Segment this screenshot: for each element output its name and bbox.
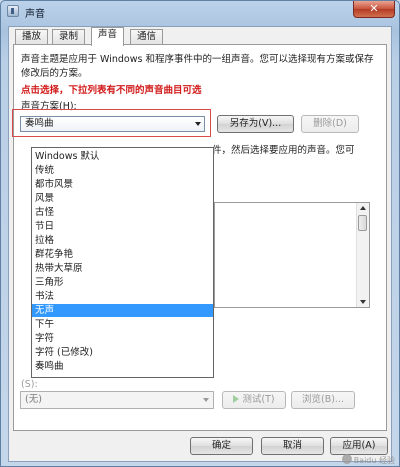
apply-button[interactable]: 应用(A)	[330, 437, 388, 455]
events-scrollbar[interactable]	[356, 203, 369, 307]
tab-sounds[interactable]: 声音	[91, 27, 125, 46]
scheme-select[interactable]: 奏鸣曲	[20, 116, 205, 132]
dropdown-option[interactable]: 热带大草原	[32, 262, 213, 275]
scroll-up-icon[interactable]	[360, 206, 366, 210]
sound-select-value: (无)	[25, 394, 42, 405]
title-bar[interactable]: 声音 ✕	[1, 1, 399, 21]
scheme-description: 声音主题是应用于 Windows 和程序事件中的一组声音。您可以选择现有方案或保…	[21, 54, 374, 79]
test-button-label: 测试(T)	[242, 394, 275, 405]
scroll-thumb[interactable]	[358, 215, 367, 231]
dropdown-option[interactable]: 节日	[32, 220, 213, 233]
save-as-button[interactable]: 另存为(V)...	[217, 115, 294, 133]
annotation-text: 点击选择，下拉列表有不同的声音曲目可选	[21, 85, 202, 96]
test-button: 测试(T)	[222, 391, 286, 409]
tab-communications[interactable]: 通信	[130, 29, 164, 45]
program-events-text: 件，然后选择要应用的声音。您可	[212, 145, 355, 156]
sound-dialog: 声音 ✕ 播放 录制 声音 通信 声音主题是应用于 Windows 和程序事件中…	[0, 0, 400, 467]
scheme-dropdown-list[interactable]: Windows 默认 传统 都市风景 风景 古怪 节日 拉格 群花争艳 热带大草…	[31, 147, 214, 378]
watermark: Baidu 经验	[341, 454, 395, 466]
dropdown-option[interactable]: 三角形	[32, 276, 213, 289]
tab-recording[interactable]: 录制	[52, 29, 86, 45]
dropdown-option[interactable]: 古怪	[32, 206, 213, 219]
chevron-down-icon	[203, 398, 209, 402]
scheme-select-value: 奏鸣曲	[25, 118, 54, 129]
dropdown-option[interactable]: 书法	[32, 290, 213, 303]
browse-button: 浏览(B)...	[291, 391, 355, 409]
dropdown-option[interactable]: 传统	[32, 164, 213, 177]
watermark-text: Baidu 经验	[353, 456, 395, 465]
dropdown-option[interactable]: 都市风景	[32, 178, 213, 191]
sounds-label: (S):	[21, 379, 38, 390]
baidu-logo-icon	[341, 454, 352, 464]
chevron-down-icon	[195, 122, 201, 126]
scroll-down-icon[interactable]	[360, 300, 366, 304]
dropdown-option[interactable]: 群花争艳	[32, 248, 213, 261]
dropdown-option[interactable]: 下午	[32, 318, 213, 331]
program-events-list[interactable]	[214, 202, 370, 308]
sound-select: (无)	[20, 391, 214, 409]
close-button[interactable]: ✕	[353, 1, 395, 18]
speaker-icon	[7, 5, 19, 17]
delete-button: 删除(D)	[301, 115, 359, 133]
dropdown-option-selected[interactable]: 无声	[32, 304, 213, 317]
tab-playback[interactable]: 播放	[15, 29, 49, 45]
dropdown-option[interactable]: Windows 默认	[32, 150, 213, 163]
window-title: 声音	[25, 9, 45, 20]
dropdown-option[interactable]: 风景	[32, 192, 213, 205]
dropdown-option[interactable]: 字符 (已修改)	[32, 346, 213, 359]
dropdown-option[interactable]: 拉格	[32, 234, 213, 247]
cancel-button[interactable]: 取消	[261, 437, 324, 455]
play-icon	[233, 395, 240, 403]
dropdown-option[interactable]: 奏鸣曲	[32, 360, 213, 373]
dropdown-option[interactable]: 字符	[32, 332, 213, 345]
ok-button[interactable]: 确定	[190, 437, 253, 455]
